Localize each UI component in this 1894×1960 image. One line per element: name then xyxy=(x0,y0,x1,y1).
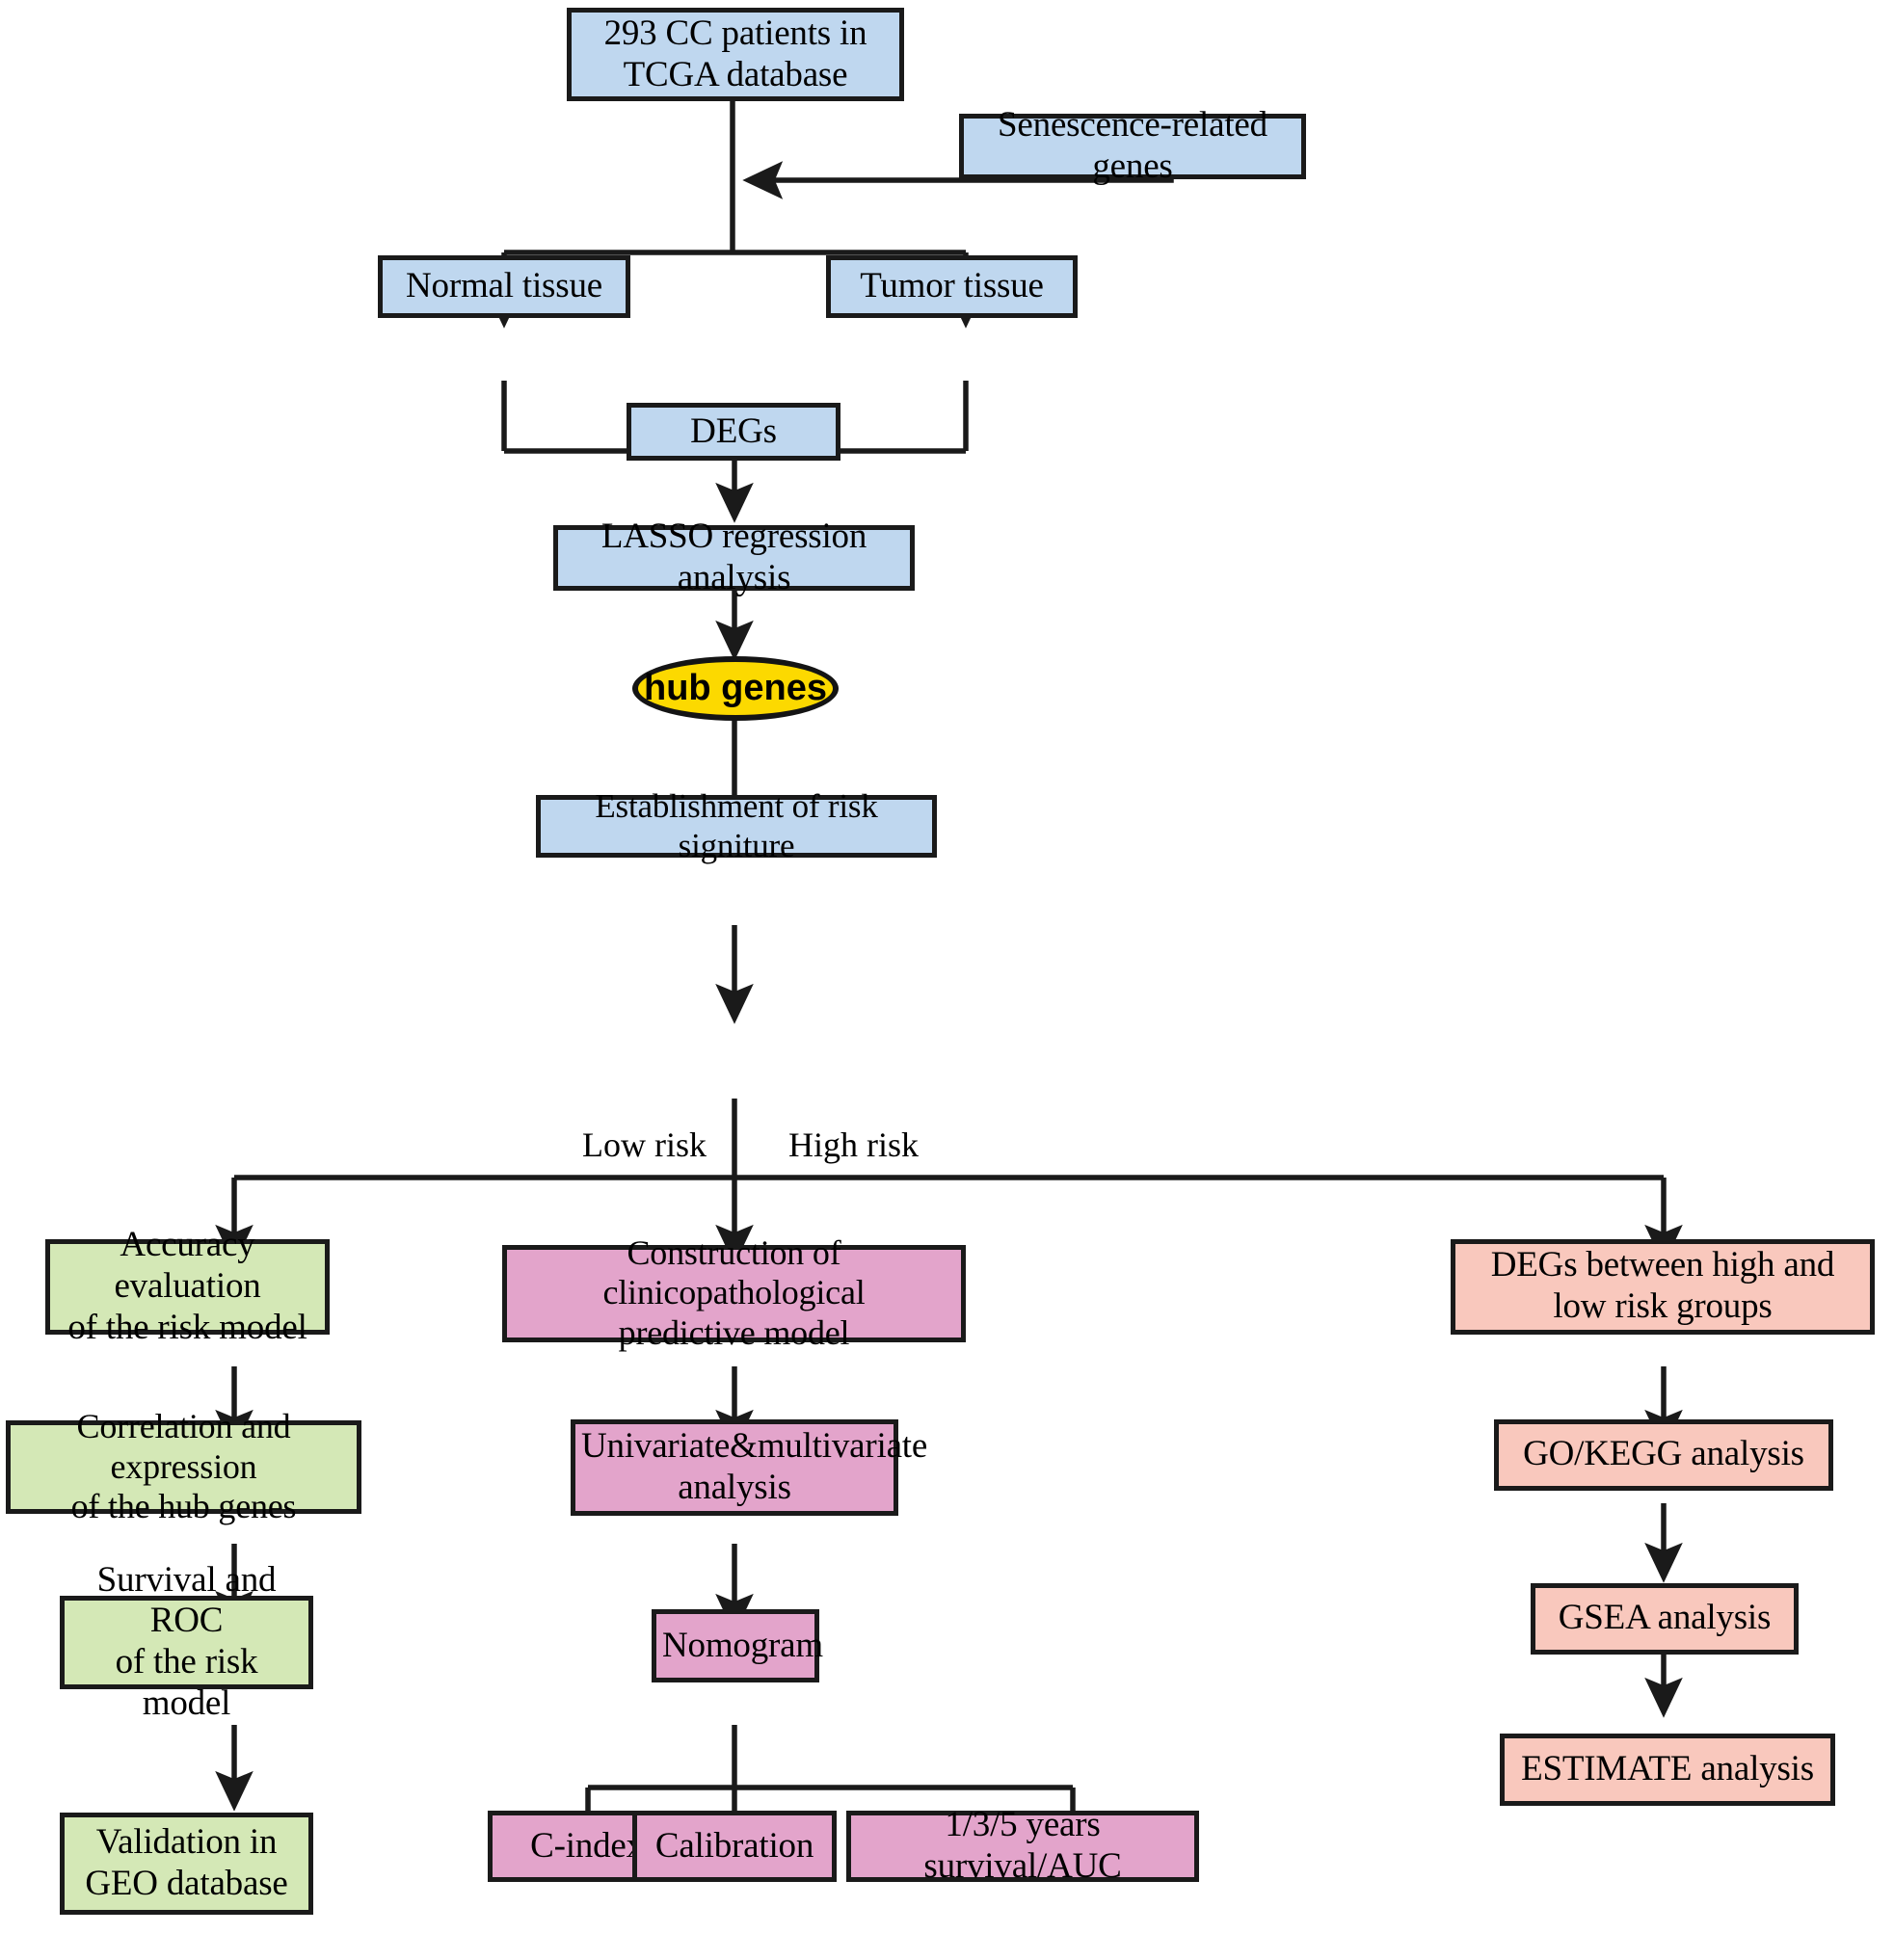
node-gsea-label: GSEA analysis xyxy=(1558,1598,1772,1638)
node-clinicopathological-model[interactable]: Construction of clinicopathological pred… xyxy=(502,1233,966,1352)
node-survival-roc[interactable]: Survival and ROC of the risk model xyxy=(60,1560,313,1723)
node-risk-signature-label: Establishment of risk signiture xyxy=(595,786,878,864)
node-lasso-label: LASSO regression analysis xyxy=(600,516,867,597)
node-years-survival-auc-label: 1/3/5 years survival/AUC xyxy=(923,1805,1122,1887)
node-degs-label: DEGs xyxy=(690,411,777,451)
node-normal-tissue-label: Normal tissue xyxy=(406,266,602,306)
node-correlation-expression[interactable]: Correlation and expression of the hub ge… xyxy=(6,1407,361,1525)
node-hub-genes[interactable]: hub genes xyxy=(632,656,839,721)
node-senescence-genes[interactable]: Senescence-related genes xyxy=(959,105,1306,186)
node-uni-multi-analysis-label: Univariate&multivariate analysis xyxy=(581,1425,928,1507)
edge-label-high-risk: High risk xyxy=(788,1126,919,1165)
node-tumor-tissue[interactable]: Tumor tissue xyxy=(826,255,1078,318)
node-degs[interactable]: DEGs xyxy=(627,403,840,461)
node-gsea[interactable]: GSEA analysis xyxy=(1531,1582,1799,1655)
node-accuracy-evaluation-label: Accuracy evaluation of the risk model xyxy=(67,1224,307,1347)
node-calibration-label: Calibration xyxy=(654,1825,814,1866)
flowchart-canvas: 293 CC patients in TCGA database Senesce… xyxy=(0,0,1894,1960)
node-normal-tissue[interactable]: Normal tissue xyxy=(378,255,630,318)
node-risk-signature[interactable]: Establishment of risk signiture xyxy=(536,787,937,864)
node-patients[interactable]: 293 CC patients in TCGA database xyxy=(567,8,904,101)
node-years-survival-auc[interactable]: 1/3/5 years survival/AUC xyxy=(846,1805,1199,1886)
node-go-kegg-label: GO/KEGG analysis xyxy=(1523,1434,1804,1474)
node-go-kegg[interactable]: GO/KEGG analysis xyxy=(1494,1418,1833,1491)
node-tumor-tissue-label: Tumor tissue xyxy=(860,266,1044,306)
node-nomogram[interactable]: Nomogram xyxy=(652,1608,823,1683)
edge-label-low-risk: Low risk xyxy=(582,1126,707,1165)
node-accuracy-evaluation[interactable]: Accuracy evaluation of the risk model xyxy=(45,1225,330,1347)
node-estimate-label: ESTIMATE analysis xyxy=(1521,1749,1814,1789)
node-degs-high-low[interactable]: DEGs between high and low risk groups xyxy=(1451,1238,1875,1335)
node-validation-geo[interactable]: Validation in GEO database xyxy=(60,1813,313,1916)
node-hub-genes-label: hub genes xyxy=(643,668,828,708)
node-validation-geo-label: Validation in GEO database xyxy=(85,1822,288,1904)
node-correlation-expression-label: Correlation and expression of the hub ge… xyxy=(70,1406,297,1526)
node-clinicopathological-model-label: Construction of clinicopathological pred… xyxy=(602,1232,866,1353)
node-estimate[interactable]: ESTIMATE analysis xyxy=(1500,1734,1835,1806)
node-patients-label: 293 CC patients in TCGA database xyxy=(603,13,867,94)
node-calibration[interactable]: Calibration xyxy=(632,1811,837,1883)
node-senescence-genes-label: Senescence-related genes xyxy=(998,105,1267,186)
node-lasso[interactable]: LASSO regression analysis xyxy=(553,516,915,597)
node-nomogram-label: Nomogram xyxy=(662,1625,823,1665)
node-survival-roc-label: Survival and ROC of the risk model xyxy=(96,1559,277,1724)
node-uni-multi-analysis[interactable]: Univariate&multivariate analysis xyxy=(571,1418,928,1517)
node-degs-high-low-label: DEGs between high and low risk groups xyxy=(1490,1245,1835,1327)
